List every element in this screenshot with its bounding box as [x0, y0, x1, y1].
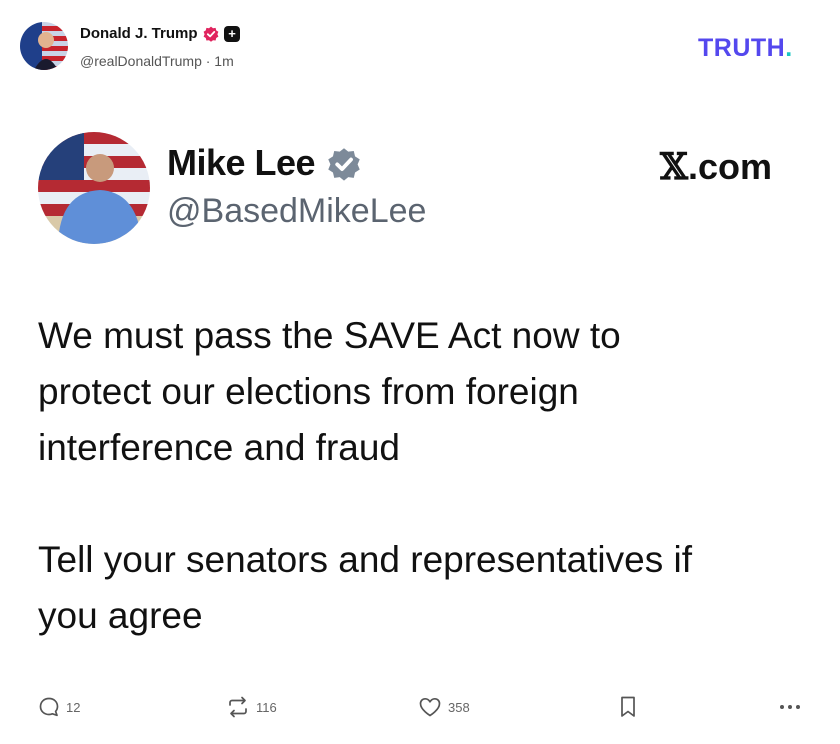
author-handle-time: @realDonaldTrump · 1m — [80, 53, 234, 69]
verified-badge-icon — [203, 26, 219, 42]
action-bar: 12 116 358 — [0, 690, 840, 726]
like-count: 358 — [448, 699, 470, 715]
x-logo-icon: 𝕏 — [660, 146, 688, 188]
embedded-post[interactable]: Mike Lee @BasedMikeLee 𝕏.com We must pas… — [0, 120, 840, 680]
embed-body-text: We must pass the SAVE Act now to protect… — [38, 315, 693, 636]
truth-logo[interactable]: TRUTH. — [698, 34, 793, 63]
like-icon — [418, 696, 442, 718]
embed-author-handle: @BasedMikeLee — [167, 192, 427, 230]
x-com-label: 𝕏.com — [660, 146, 772, 188]
reply-icon — [38, 696, 60, 718]
plus-badge-icon: + — [224, 26, 240, 42]
reply-count: 12 — [66, 699, 81, 715]
x-domain-text: .com — [687, 146, 772, 187]
author-avatar[interactable] — [20, 22, 68, 70]
like-button[interactable]: 358 — [418, 690, 470, 724]
reply-button[interactable]: 12 — [38, 690, 80, 724]
more-icon — [778, 703, 802, 711]
post-header: Donald J. Trump + @realDonaldTrump · 1m … — [20, 22, 820, 74]
author-name[interactable]: Donald J. Trump — [80, 25, 198, 42]
embed-avatar — [38, 132, 150, 244]
bookmark-button[interactable] — [618, 690, 638, 724]
more-options-button[interactable] — [778, 690, 802, 724]
repost-icon — [226, 696, 250, 718]
repost-button[interactable]: 116 — [226, 690, 277, 724]
verified-badge-icon — [327, 147, 361, 181]
embed-author-name: Mike Lee — [167, 142, 316, 183]
bookmark-icon — [618, 695, 638, 719]
brand-dot: . — [785, 34, 793, 62]
repost-count: 116 — [256, 699, 277, 715]
brand-text: TRUTH — [698, 34, 786, 62]
